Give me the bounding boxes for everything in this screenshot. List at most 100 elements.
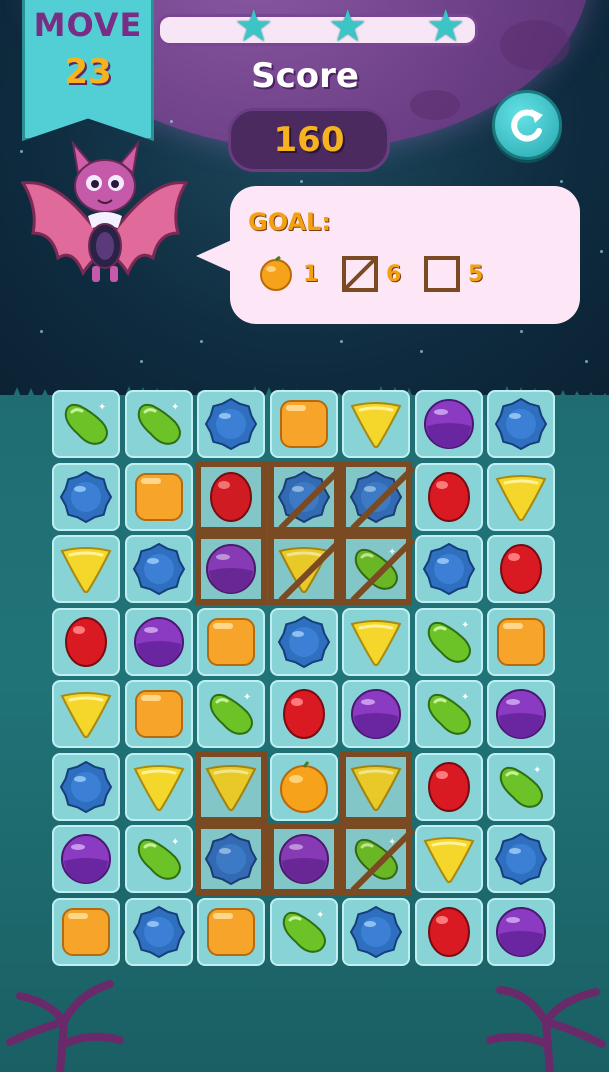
wooden-crate [195,460,267,533]
board-cell[interactable] [269,752,338,821]
wooden-crate [267,823,340,895]
star-dot [200,340,203,343]
board-cell[interactable] [414,390,483,458]
board-cell[interactable] [342,897,410,966]
board-cell[interactable] [487,680,555,748]
progress-star-icon: ★ [426,1,466,52]
board-cell[interactable] [124,752,193,821]
board-cell[interactable] [342,607,410,676]
blue-gem-candy-icon [349,905,403,958]
green-jelly-candy-icon: ✦ [209,692,253,735]
svg-text:✦: ✦ [461,692,469,703]
wooden-crate [195,823,267,895]
goal-crate-count: 6 [386,262,402,287]
board-cell[interactable] [52,462,120,531]
crate-slat [350,827,416,893]
board-cell[interactable] [414,825,483,893]
red-oval-candy-icon [282,689,325,739]
wooden-crate [340,750,412,823]
orange-square-candy-icon [207,617,255,666]
wooden-crate [195,533,267,605]
board-cell[interactable] [269,607,338,676]
yellow-triangle-candy-icon [133,764,184,811]
grass-blade [598,393,609,404]
board-cell[interactable] [124,535,193,603]
board-cell[interactable] [487,535,555,603]
crate-icon [342,256,378,292]
blue-gem-candy-icon [422,542,475,596]
green-jelly-candy-icon: ✦ [427,620,471,663]
board-cell[interactable] [342,680,410,748]
board-cell[interactable]: ✦ [124,825,193,893]
board-cell[interactable] [342,390,410,458]
board-cell[interactable] [52,752,120,821]
board-cell[interactable]: ✦ [487,752,555,821]
board-cell[interactable]: ✦ [52,390,120,458]
star-dot [600,250,603,253]
board-cell[interactable] [124,680,193,748]
goal-label: GOAL: [248,208,331,236]
star-dot [170,120,173,123]
board-cell[interactable] [197,607,265,676]
board-cell[interactable] [124,607,193,676]
red-oval-candy-icon [500,544,542,594]
grass-blade [584,392,598,404]
green-jelly-candy-icon: ✦ [64,402,108,445]
blue-gem-candy-icon [494,832,548,886]
board-cell[interactable] [52,680,120,748]
svg-text:✦: ✦ [171,402,179,413]
yellow-triangle-candy-icon [423,837,474,883]
wooden-crate [340,533,416,605]
board-cell[interactable] [52,535,120,603]
move-label: MOVE [33,6,143,44]
move-count: 23 [64,52,112,92]
grass-blade [10,387,24,404]
board-cell[interactable] [414,535,483,603]
board-cell[interactable] [487,390,555,458]
board-cell[interactable]: ✦ [269,897,338,966]
bare-tree-left [6,980,124,1072]
board-cell[interactable]: ✦ [414,607,483,676]
crate-slat [277,537,344,603]
crate-slat [277,464,344,531]
progress-star-icon: ★ [234,1,274,52]
star-dot [560,180,563,183]
board-cell[interactable] [487,825,555,893]
board-cell[interactable] [197,390,265,458]
board-cell[interactable]: ✦ [197,680,265,748]
board-cell[interactable] [269,680,338,748]
board-cell[interactable] [197,897,265,966]
board-cell[interactable]: ✦ [124,390,193,458]
board-cell[interactable] [487,607,555,676]
svg-text:✦: ✦ [533,765,541,776]
board-cell[interactable] [52,607,120,676]
purple-ball-candy-icon [423,399,474,449]
board-cell[interactable] [414,462,483,531]
board-cell[interactable] [52,825,120,893]
bat-mascot [20,139,189,282]
restart-button[interactable] [492,90,562,160]
orange-fruit-candy-icon [279,760,328,813]
board-cell[interactable] [487,462,555,531]
board-cell[interactable]: ✦ [414,680,483,748]
orange-square-candy-icon [279,400,328,448]
wooden-crate [267,533,344,605]
green-jelly-candy-icon: ✦ [427,692,471,735]
goal-orange-count: 1 [303,262,319,287]
red-oval-candy-icon [427,906,470,957]
board-cell[interactable] [414,752,483,821]
wooden-crate [340,460,416,533]
refresh-icon [511,109,543,142]
board-cell[interactable] [124,462,193,531]
board-cell[interactable] [269,390,338,458]
star-dot [140,360,143,363]
star-dot [300,180,303,183]
orange-square-candy-icon [134,472,183,521]
blue-gem-candy-icon [204,397,258,451]
moon-crater [410,90,460,120]
yellow-triangle-candy-icon [495,474,547,521]
star-dot [40,330,43,333]
purple-ball-candy-icon [496,689,546,739]
crate-slat [350,464,416,531]
grass-blade [38,389,52,404]
